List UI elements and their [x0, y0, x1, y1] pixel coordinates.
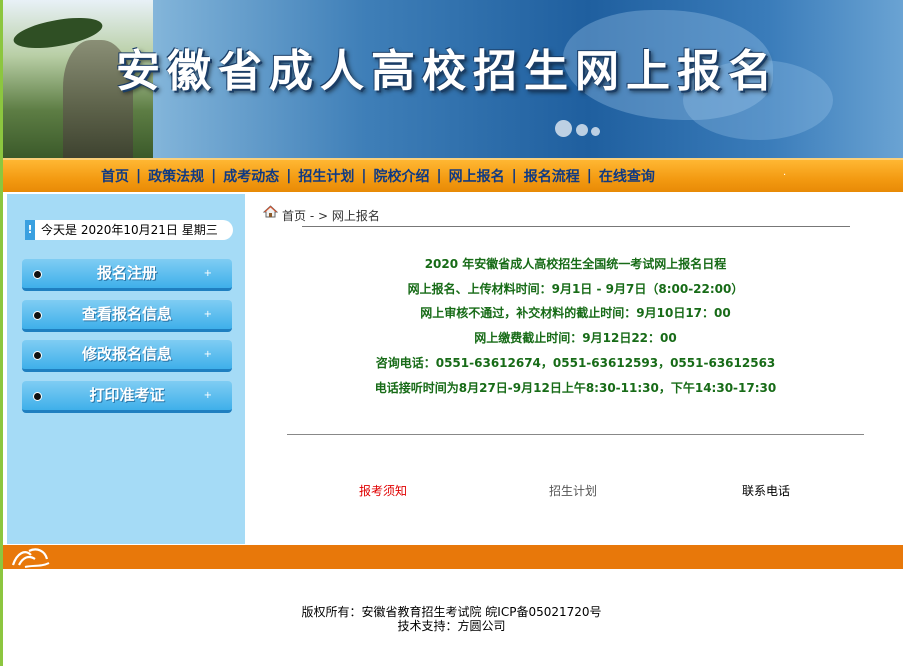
register-button-label: 报名注册 — [96, 264, 157, 282]
breadcrumb-separator: - > — [306, 209, 332, 223]
today-date-box: ! 今天是 2020年10月21日 星期三 — [25, 220, 233, 240]
print-admission-ticket-button[interactable]: 打印准考证 + — [22, 381, 232, 413]
info-icon: ! — [25, 220, 35, 240]
nav-separator: | — [211, 168, 217, 184]
schedule-title: 2020 年安徽省成人高校招生全国统一考试网上报名日程 — [424, 257, 727, 271]
schedule-line: 网上报名、上传材料时间：9月1日 - 9月7日（8:00-22:00） — [407, 281, 744, 296]
contact-phone-link[interactable]: 联系电话 — [742, 482, 790, 499]
plus-icon: + — [203, 349, 212, 360]
nav-exam-news[interactable]: 成考动态 — [223, 166, 279, 186]
nav-trailing-dot: · — [783, 170, 787, 181]
tech-support-text: 技术支持：方圆公司 — [397, 619, 506, 633]
schedule-line: 网上缴费截止时间：9月12日22：00 — [474, 331, 677, 346]
edit-registration-label: 修改报名信息 — [81, 345, 172, 363]
sidebar: ! 今天是 2020年10月21日 星期三 报名注册 + 查看报名信息 + 修改… — [7, 194, 245, 544]
nav-policies[interactable]: 政策法规 — [148, 166, 204, 186]
copyright-block: 版权所有：安徽省教育招生考试院 皖ICP备05021720号 技术支持：方圆公司 — [0, 605, 903, 633]
main-nav: 首页 | 政策法规 | 成考动态 | 招生计划 | 院校介绍 | 网上报名 | … — [101, 166, 655, 186]
bullet-icon — [33, 311, 42, 320]
copyright-text: 版权所有：安徽省教育招生考试院 皖ICP备05021720号 — [301, 605, 602, 619]
nav-home[interactable]: 首页 — [101, 166, 129, 186]
nav-separator: | — [436, 168, 442, 184]
nav-separator: | — [361, 168, 367, 184]
site-title: 安徽省成人高校招生网上报名 — [116, 46, 779, 97]
nav-separator: | — [511, 168, 517, 184]
bullet-icon — [33, 270, 42, 279]
nav-online-query[interactable]: 在线查询 — [599, 166, 655, 186]
nav-separator: | — [286, 168, 292, 184]
breadcrumb: 首页 - > 网上报名 — [282, 207, 380, 224]
registration-schedule: 2020 年安徽省成人高校招生全国统一考试网上报名日程 网上报名、上传材料时间：… — [287, 252, 864, 400]
schedule-line: 咨询电话：0551-63612674，0551-63612593，0551-63… — [375, 355, 776, 370]
nav-colleges[interactable]: 院校介绍 — [374, 166, 430, 186]
breadcrumb-divider — [302, 226, 850, 227]
print-admission-ticket-label: 打印准考证 — [89, 386, 165, 404]
plus-icon: + — [203, 390, 212, 401]
exam-notice-link[interactable]: 报考须知 — [359, 482, 407, 499]
footer-bar — [3, 545, 903, 569]
view-registration-label: 查看报名信息 — [81, 305, 172, 323]
footer-logo-icon — [11, 548, 50, 568]
plus-icon: + — [203, 309, 212, 320]
today-date-text: 今天是 2020年10月21日 星期三 — [41, 223, 218, 237]
home-icon — [263, 205, 278, 218]
header-banner: 安徽省成人高校招生网上报名 — [3, 0, 903, 158]
plus-icon: + — [203, 268, 212, 279]
content-divider — [287, 434, 864, 435]
nav-separator: | — [586, 168, 592, 184]
breadcrumb-home-link[interactable]: 首页 — [282, 209, 306, 223]
bullet-icon — [33, 392, 42, 401]
nav-separator: | — [136, 168, 142, 184]
register-button[interactable]: 报名注册 + — [22, 259, 232, 291]
view-registration-button[interactable]: 查看报名信息 + — [22, 300, 232, 332]
bullet-icon — [33, 351, 42, 360]
breadcrumb-current: 网上报名 — [331, 209, 380, 223]
schedule-line: 网上审核不通过，补交材料的截止时间：9月10日17：00 — [420, 306, 731, 321]
schedule-line: 电话接听时间为8月27日-9月12日上午8:30-11:30，下午14:30-1… — [374, 380, 777, 395]
edit-registration-button[interactable]: 修改报名信息 + — [22, 340, 232, 372]
nav-online-registration[interactable]: 网上报名 — [449, 166, 505, 186]
main-nav-bar: 首页 | 政策法规 | 成考动态 | 招生计划 | 院校介绍 | 网上报名 | … — [3, 158, 903, 192]
enrollment-plan-link[interactable]: 招生计划 — [549, 482, 597, 499]
nav-enrollment-plan[interactable]: 招生计划 — [298, 166, 354, 186]
nav-registration-process[interactable]: 报名流程 — [524, 166, 580, 186]
